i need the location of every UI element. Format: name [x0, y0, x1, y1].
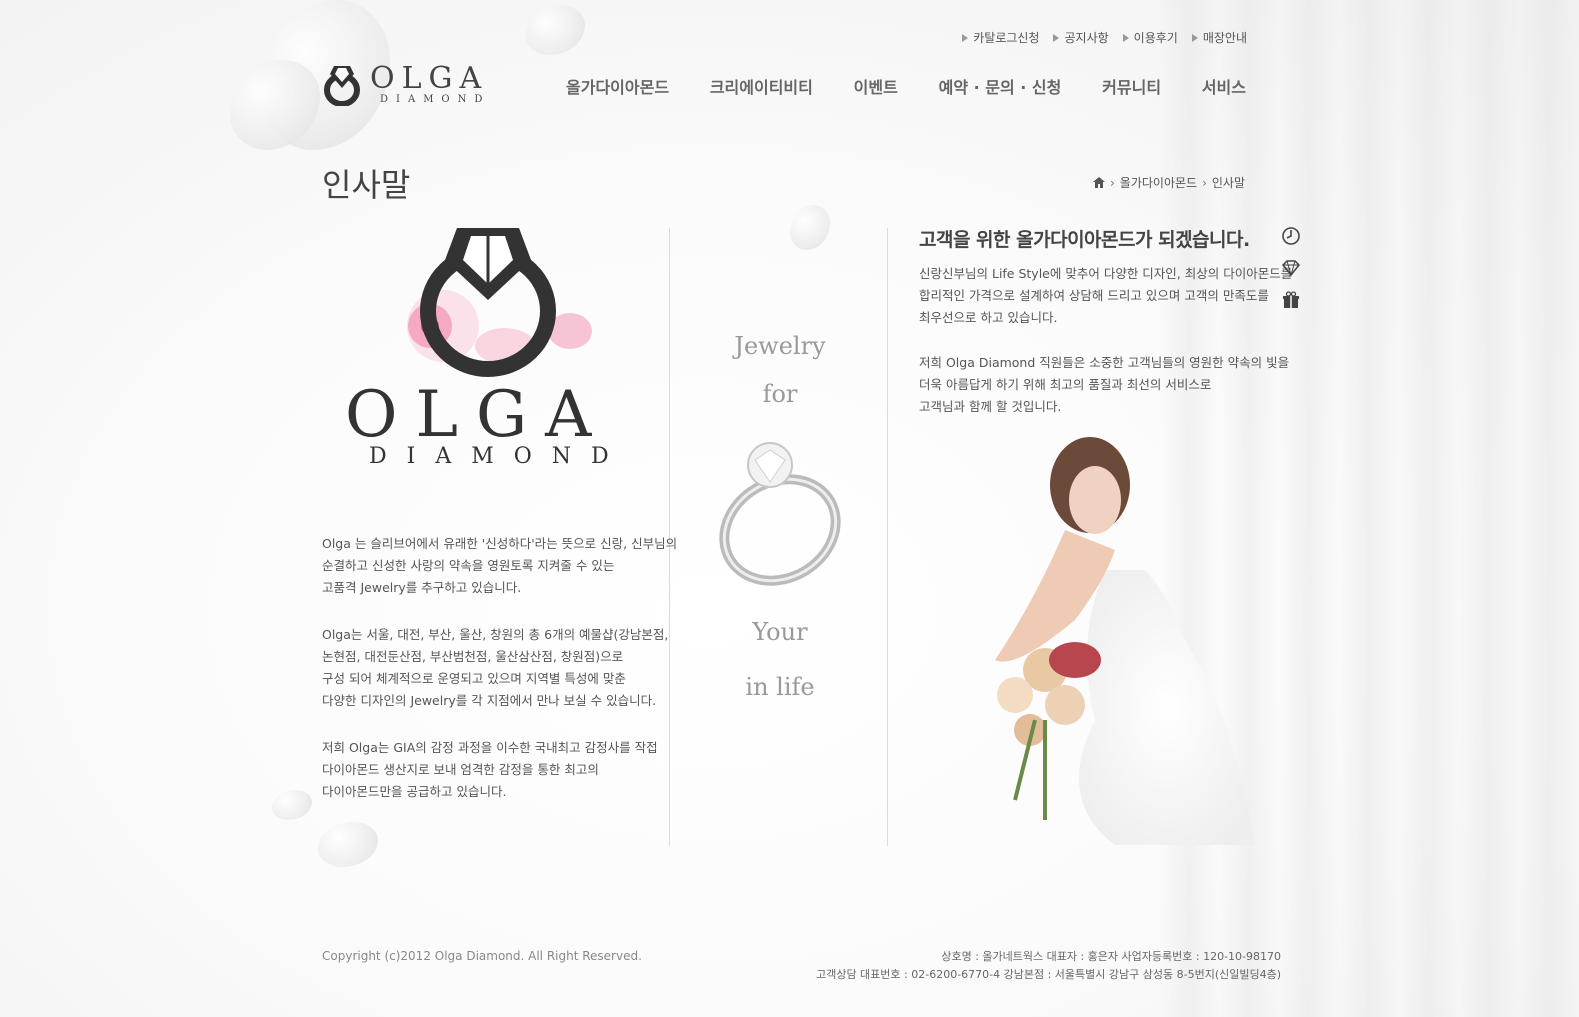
clock-icon[interactable] — [1281, 226, 1301, 246]
company-info: 상호명 : 올가네트웍스 대표자 : 홍은자 사업자등록번호 : 120-10-… — [816, 948, 1281, 984]
triangle-icon — [1191, 33, 1198, 42]
nav-creativity[interactable]: 크리에이티비티 — [710, 74, 813, 98]
gift-icon[interactable] — [1281, 290, 1301, 310]
nav-service[interactable]: 서비스 — [1202, 74, 1246, 98]
company-info-line-1: 상호명 : 올가네트웍스 대표자 : 홍은자 사업자등록번호 : 120-10-… — [941, 950, 1281, 963]
ring-logo-icon — [324, 66, 360, 106]
column-divider — [887, 228, 888, 846]
intro-paragraph-3: 저희 Olga는 GIA의 감정 과정을 이수한 국내최고 감정사를 작접 다이… — [322, 740, 658, 799]
quick-menu — [1281, 226, 1301, 310]
greeting-title: 고객을 위한 올가다이아몬드가 되겠습니다. — [919, 229, 1250, 251]
breadcrumb-current: 인사말 — [1211, 176, 1245, 190]
chevron-right-icon: › — [1202, 175, 1207, 190]
company-info-line-2: 고객상담 대표번호 : 02-6200-6770-4 강남본점 : 서울특별시 … — [816, 968, 1281, 981]
util-link-catalog[interactable]: 카탈로그신청 — [962, 29, 1039, 46]
greeting-paragraph-2: 저희 Olga Diamond 직원들은 소중한 고객님들의 영원한 약속의 빛… — [919, 355, 1290, 414]
greeting-paragraph-1: 신랑신부님의 Life Style에 맞추어 다양한 디자인, 최상의 다이아몬… — [919, 266, 1293, 325]
util-link-reviews[interactable]: 이용후기 — [1122, 29, 1178, 46]
diamond-ring-image — [719, 442, 841, 586]
util-link-notice[interactable]: 공지사항 — [1053, 29, 1109, 46]
nav-community[interactable]: 커뮤니티 — [1102, 74, 1161, 98]
petal-decoration — [318, 822, 378, 867]
diamond-icon[interactable] — [1281, 258, 1301, 278]
copyright: Copyright (c)2012 Olga Diamond. All Righ… — [322, 949, 642, 963]
site-logo[interactable]: OLGA DIAMOND — [322, 62, 490, 106]
util-link-store[interactable]: 매장안내 — [1191, 29, 1247, 46]
logo-subtitle: DIAMOND — [380, 93, 491, 105]
triangle-icon — [1122, 33, 1129, 42]
tagline-line-1: Jewelry — [734, 332, 826, 360]
tagline-line-2: for — [762, 380, 798, 408]
utility-nav: 카탈로그신청 공지사항 이용후기 매장안내 — [962, 29, 1247, 46]
petal-decoration — [525, 5, 585, 55]
main-nav: 올가다이아몬드 크리에이티비티 이벤트 예약 · 문의 · 신청 커뮤니티 서비… — [566, 74, 1246, 98]
logo-wordmark: OLGA — [370, 60, 489, 96]
chevron-right-icon: › — [1109, 175, 1115, 190]
intro-paragraph-2: Olga는 서울, 대전, 부산, 울산, 창원의 총 6개의 예물샵(강남본점… — [322, 627, 669, 708]
page-title: 인사말 — [322, 166, 411, 204]
bride-photo — [995, 437, 1255, 845]
emblem-subtitle: DIAMOND — [369, 444, 629, 469]
breadcrumb: › 올가다이아몬드 › 인사말 — [1092, 174, 1245, 191]
petal-decoration — [790, 205, 830, 250]
triangle-icon — [962, 33, 969, 42]
nav-reservation[interactable]: 예약 · 문의 · 신청 — [939, 74, 1062, 98]
ring-with-flowers-image — [407, 228, 592, 377]
intro-paragraph-1: Olga 는 슬리브어에서 유래한 '신성하다'라는 뜻으로 신랑, 신부님의 … — [322, 536, 678, 595]
breadcrumb-item[interactable]: 올가다이아몬드 — [1120, 174, 1197, 191]
triangle-icon — [1053, 33, 1060, 42]
brand-emblem: OLGA DIAMOND — [345, 226, 635, 476]
nav-olga-diamond[interactable]: 올가다이아몬드 — [566, 74, 669, 98]
tagline-line-4: in life — [745, 673, 815, 701]
tagline-line-3: Your — [752, 618, 808, 646]
emblem-wordmark: OLGA — [345, 378, 610, 452]
petal-decoration — [272, 790, 312, 820]
home-icon[interactable] — [1092, 177, 1105, 188]
nav-event[interactable]: 이벤트 — [854, 74, 898, 98]
